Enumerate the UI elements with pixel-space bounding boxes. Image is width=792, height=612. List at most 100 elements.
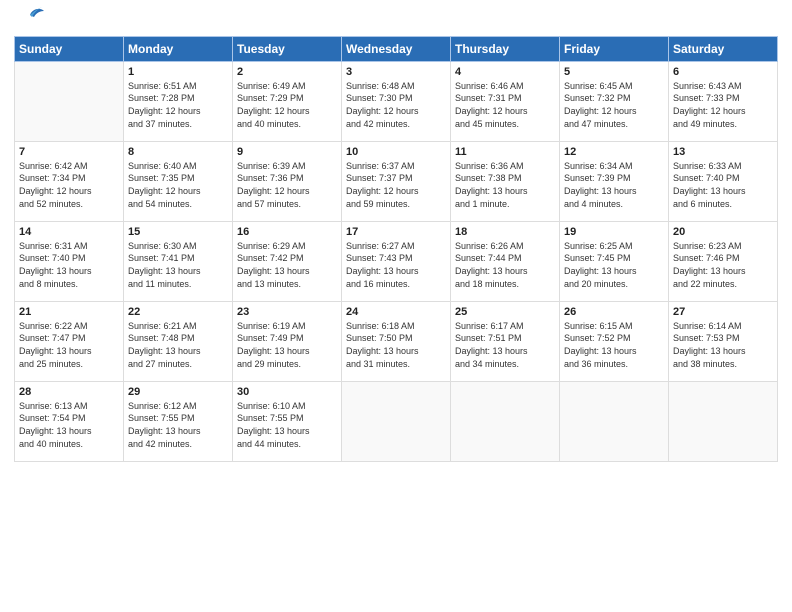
day-cell <box>560 381 669 461</box>
day-info: Sunrise: 6:14 AM Sunset: 7:53 PM Dayligh… <box>673 320 773 370</box>
day-cell: 16 Sunrise: 6:29 AM Sunset: 7:42 PM Dayli… <box>233 221 342 301</box>
day-cell: 27 Sunrise: 6:14 AM Sunset: 7:53 PM Dayli… <box>669 301 778 381</box>
day-number: 30 <box>237 386 337 398</box>
week-row-3: 14 Sunrise: 6:31 AM Sunset: 7:40 PM Dayli… <box>15 221 778 301</box>
header-day-saturday: Saturday <box>669 36 778 61</box>
day-cell: 17Sunrise: 6:27 AM Sunset: 7:43 PM Dayli… <box>342 221 451 301</box>
day-info: Sunrise: 6:26 AM Sunset: 7:44 PM Dayligh… <box>455 240 555 290</box>
day-number: 17 <box>346 226 446 238</box>
day-cell <box>451 381 560 461</box>
day-cell: 25Sunrise: 6:17 AM Sunset: 7:51 PM Dayli… <box>451 301 560 381</box>
day-cell: 8Sunrise: 6:40 AM Sunset: 7:35 PM Daylig… <box>124 141 233 221</box>
day-number: 26 <box>564 306 664 318</box>
day-number: 11 <box>455 146 555 158</box>
day-info: Sunrise: 6:31 AM Sunset: 7:40 PM Dayligh… <box>19 240 119 290</box>
day-cell: 23 Sunrise: 6:19 AM Sunset: 7:49 PM Dayli… <box>233 301 342 381</box>
day-number: 24 <box>346 306 446 318</box>
day-cell: 7 Sunrise: 6:42 AM Sunset: 7:34 PM Daylig… <box>15 141 124 221</box>
day-info: Sunrise: 6:49 AM Sunset: 7:29 PM Dayligh… <box>237 80 337 130</box>
day-cell: 26 Sunrise: 6:15 AM Sunset: 7:52 PM Dayli… <box>560 301 669 381</box>
day-number: 23 <box>237 306 337 318</box>
header-day-thursday: Thursday <box>451 36 560 61</box>
day-cell <box>669 381 778 461</box>
day-cell: 3Sunrise: 6:48 AM Sunset: 7:30 PM Daylig… <box>342 61 451 141</box>
day-number: 3 <box>346 66 446 78</box>
day-info: Sunrise: 6:42 AM Sunset: 7:34 PM Dayligh… <box>19 160 119 210</box>
day-number: 6 <box>673 66 773 78</box>
day-number: 29 <box>128 386 228 398</box>
header-day-sunday: Sunday <box>15 36 124 61</box>
day-cell: 12 Sunrise: 6:34 AM Sunset: 7:39 PM Dayli… <box>560 141 669 221</box>
day-info: Sunrise: 6:13 AM Sunset: 7:54 PM Dayligh… <box>19 400 119 450</box>
day-number: 22 <box>128 306 228 318</box>
day-info: Sunrise: 6:51 AM Sunset: 7:28 PM Dayligh… <box>128 80 228 130</box>
week-row-2: 7 Sunrise: 6:42 AM Sunset: 7:34 PM Daylig… <box>15 141 778 221</box>
page: SundayMondayTuesdayWednesdayThursdayFrid… <box>0 0 792 612</box>
day-cell: 13Sunrise: 6:33 AM Sunset: 7:40 PM Dayli… <box>669 141 778 221</box>
day-number: 4 <box>455 66 555 78</box>
day-number: 7 <box>19 146 119 158</box>
day-info: Sunrise: 6:39 AM Sunset: 7:36 PM Dayligh… <box>237 160 337 210</box>
day-info: Sunrise: 6:12 AM Sunset: 7:55 PM Dayligh… <box>128 400 228 450</box>
day-cell: 29 Sunrise: 6:12 AM Sunset: 7:55 PM Dayli… <box>124 381 233 461</box>
day-info: Sunrise: 6:37 AM Sunset: 7:37 PM Dayligh… <box>346 160 446 210</box>
header-day-wednesday: Wednesday <box>342 36 451 61</box>
day-cell: 10 Sunrise: 6:37 AM Sunset: 7:37 PM Dayli… <box>342 141 451 221</box>
day-cell <box>342 381 451 461</box>
day-cell: 19 Sunrise: 6:25 AM Sunset: 7:45 PM Dayli… <box>560 221 669 301</box>
header-day-monday: Monday <box>124 36 233 61</box>
day-number: 21 <box>19 306 119 318</box>
week-row-4: 21 Sunrise: 6:22 AM Sunset: 7:47 PM Dayli… <box>15 301 778 381</box>
day-number: 28 <box>19 386 119 398</box>
day-cell: 18 Sunrise: 6:26 AM Sunset: 7:44 PM Dayli… <box>451 221 560 301</box>
day-cell: 4 Sunrise: 6:46 AM Sunset: 7:31 PM Daylig… <box>451 61 560 141</box>
day-cell: 2 Sunrise: 6:49 AM Sunset: 7:29 PM Daylig… <box>233 61 342 141</box>
day-number: 1 <box>128 66 228 78</box>
day-info: Sunrise: 6:18 AM Sunset: 7:50 PM Dayligh… <box>346 320 446 370</box>
day-cell <box>15 61 124 141</box>
day-cell: 22 Sunrise: 6:21 AM Sunset: 7:48 PM Dayli… <box>124 301 233 381</box>
header-day-tuesday: Tuesday <box>233 36 342 61</box>
header <box>14 10 778 30</box>
day-number: 25 <box>455 306 555 318</box>
day-number: 15 <box>128 226 228 238</box>
day-number: 2 <box>237 66 337 78</box>
calendar-table: SundayMondayTuesdayWednesdayThursdayFrid… <box>14 36 778 462</box>
day-number: 10 <box>346 146 446 158</box>
day-info: Sunrise: 6:21 AM Sunset: 7:48 PM Dayligh… <box>128 320 228 370</box>
day-cell: 24 Sunrise: 6:18 AM Sunset: 7:50 PM Dayli… <box>342 301 451 381</box>
calendar-body: 1 Sunrise: 6:51 AM Sunset: 7:28 PM Daylig… <box>15 61 778 461</box>
day-info: Sunrise: 6:45 AM Sunset: 7:32 PM Dayligh… <box>564 80 664 130</box>
day-info: Sunrise: 6:23 AM Sunset: 7:46 PM Dayligh… <box>673 240 773 290</box>
day-info: Sunrise: 6:29 AM Sunset: 7:42 PM Dayligh… <box>237 240 337 290</box>
logo <box>14 10 44 30</box>
day-info: Sunrise: 6:19 AM Sunset: 7:49 PM Dayligh… <box>237 320 337 370</box>
day-cell: 30 Sunrise: 6:10 AM Sunset: 7:55 PM Dayli… <box>233 381 342 461</box>
day-info: Sunrise: 6:34 AM Sunset: 7:39 PM Dayligh… <box>564 160 664 210</box>
day-number: 18 <box>455 226 555 238</box>
day-number: 14 <box>19 226 119 238</box>
day-number: 19 <box>564 226 664 238</box>
day-cell: 21 Sunrise: 6:22 AM Sunset: 7:47 PM Dayli… <box>15 301 124 381</box>
day-info: Sunrise: 6:22 AM Sunset: 7:47 PM Dayligh… <box>19 320 119 370</box>
day-number: 12 <box>564 146 664 158</box>
day-number: 9 <box>237 146 337 158</box>
day-cell: 14 Sunrise: 6:31 AM Sunset: 7:40 PM Dayli… <box>15 221 124 301</box>
day-info: Sunrise: 6:46 AM Sunset: 7:31 PM Dayligh… <box>455 80 555 130</box>
day-info: Sunrise: 6:10 AM Sunset: 7:55 PM Dayligh… <box>237 400 337 450</box>
day-number: 27 <box>673 306 773 318</box>
day-number: 16 <box>237 226 337 238</box>
day-cell: 5Sunrise: 6:45 AM Sunset: 7:32 PM Daylig… <box>560 61 669 141</box>
day-cell: 1 Sunrise: 6:51 AM Sunset: 7:28 PM Daylig… <box>124 61 233 141</box>
day-number: 20 <box>673 226 773 238</box>
day-number: 8 <box>128 146 228 158</box>
day-cell: 6 Sunrise: 6:43 AM Sunset: 7:33 PM Daylig… <box>669 61 778 141</box>
day-info: Sunrise: 6:43 AM Sunset: 7:33 PM Dayligh… <box>673 80 773 130</box>
day-cell: 9 Sunrise: 6:39 AM Sunset: 7:36 PM Daylig… <box>233 141 342 221</box>
day-info: Sunrise: 6:25 AM Sunset: 7:45 PM Dayligh… <box>564 240 664 290</box>
day-info: Sunrise: 6:15 AM Sunset: 7:52 PM Dayligh… <box>564 320 664 370</box>
day-cell: 28 Sunrise: 6:13 AM Sunset: 7:54 PM Dayli… <box>15 381 124 461</box>
day-cell: 11Sunrise: 6:36 AM Sunset: 7:38 PM Dayli… <box>451 141 560 221</box>
day-info: Sunrise: 6:30 AM Sunset: 7:41 PM Dayligh… <box>128 240 228 290</box>
calendar-header: SundayMondayTuesdayWednesdayThursdayFrid… <box>15 36 778 61</box>
